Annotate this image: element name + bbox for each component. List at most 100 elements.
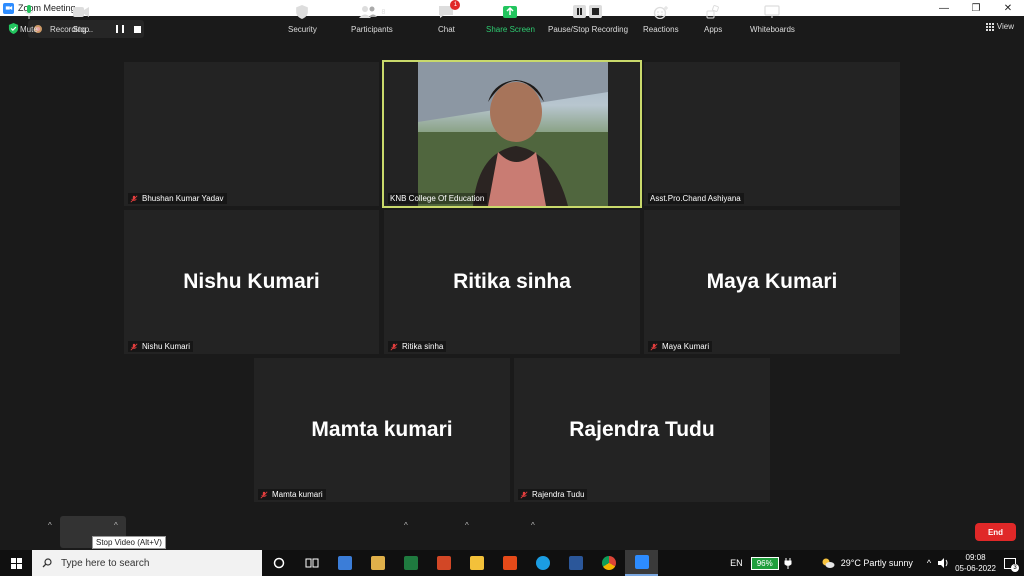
participant-tile[interactable]: Nishu Kumari Nishu Kumari	[124, 210, 379, 354]
stop-video-tooltip: Stop Video (Alt+V)	[92, 536, 166, 549]
mute-button[interactable]: Mute	[20, 3, 38, 34]
taskbar-app-word[interactable]	[559, 550, 592, 576]
taskbar-app-powerpoint[interactable]	[427, 550, 460, 576]
participant-display-name: Mamta kumari	[311, 418, 453, 441]
apps-icon	[706, 5, 720, 19]
notification-count: 3	[1011, 563, 1019, 572]
share-screen-button[interactable]: Share Screen	[486, 3, 535, 34]
view-button[interactable]: View	[985, 22, 1014, 31]
clock-time: 09:08	[965, 553, 986, 562]
video-camera-icon	[73, 7, 89, 17]
participants-icon	[359, 6, 378, 18]
minimize-button[interactable]: —	[928, 0, 960, 16]
participant-name-label: Ritika sinha	[388, 341, 447, 352]
word-icon	[568, 556, 583, 570]
participant-tile[interactable]: Mamta kumari Mamta kumari	[254, 358, 510, 502]
restore-button[interactable]: ❐	[960, 0, 992, 16]
participant-tile[interactable]: Maya Kumari Maya Kumari	[644, 210, 900, 354]
participant-name-label: Asst.Pro.Chand Ashiyana	[648, 193, 744, 204]
muted-mic-icon	[390, 343, 398, 350]
security-shield-icon[interactable]	[8, 23, 19, 34]
task-view-icon	[305, 558, 318, 568]
edge-icon	[535, 556, 550, 570]
participants-options-chevron-icon[interactable]: ^	[404, 521, 408, 530]
system-tray: EN 96% 29°C Partly sunny ^ 09:08 05-06-2…	[730, 550, 1024, 576]
muted-mic-icon	[650, 343, 658, 350]
participant-display-name: Ritika sinha	[453, 270, 571, 293]
taskbar-search-box[interactable]: Type here to search	[32, 550, 262, 576]
cortana-button[interactable]	[262, 550, 295, 576]
muted-mic-icon	[130, 343, 138, 350]
volume-icon[interactable]	[937, 558, 949, 568]
battery-indicator[interactable]: 96%	[750, 556, 779, 570]
task-view-button[interactable]	[295, 550, 328, 576]
excel-icon	[403, 556, 418, 570]
apps-button[interactable]: Apps	[704, 3, 722, 34]
participant-name-label: Nishu Kumari	[128, 341, 194, 352]
search-placeholder: Type here to search	[61, 557, 150, 569]
video-options-chevron-icon[interactable]: ^	[114, 521, 118, 530]
pause-stop-recording-button[interactable]: Pause/Stop Recording	[548, 3, 628, 34]
start-button[interactable]	[0, 550, 32, 576]
notification-center-icon[interactable]: 3	[1004, 557, 1019, 572]
security-button[interactable]: Security	[288, 3, 317, 34]
pause-stop-icon	[573, 5, 603, 18]
taskbar-app-excel[interactable]	[394, 550, 427, 576]
participant-display-name: Nishu Kumari	[183, 270, 320, 293]
participants-count: 8	[381, 8, 386, 16]
weather-partly-sunny-icon	[822, 558, 835, 568]
participant-display-name: Maya Kumari	[706, 270, 838, 293]
weather-text[interactable]: 29°C Partly sunny	[841, 558, 913, 568]
participants-button[interactable]: 8 Participants	[351, 3, 393, 34]
chat-options-chevron-icon[interactable]: ^	[465, 521, 469, 530]
stop-video-button[interactable]: Stop	[72, 3, 90, 34]
participant-tile[interactable]: Ritika sinha Ritika sinha	[384, 210, 640, 354]
close-button[interactable]: ✕	[992, 0, 1024, 16]
taskbar-app-control-panel[interactable]	[328, 550, 361, 576]
reactions-button[interactable]: Reactions	[643, 3, 679, 34]
participant-tile-active-speaker[interactable]: KNB College Of Education	[382, 60, 642, 208]
taskbar-app-office[interactable]	[493, 550, 526, 576]
chrome-icon	[601, 556, 616, 570]
search-icon	[42, 558, 52, 568]
clock-date: 05-06-2022	[955, 564, 996, 573]
microphone-icon	[24, 5, 34, 19]
chat-button[interactable]: 1 Chat	[438, 0, 461, 34]
participant-name-label: KNB College Of Education	[388, 193, 488, 204]
taskbar-app-store[interactable]	[361, 550, 394, 576]
participant-tile[interactable]: Asst.Pro.Chand Ashiyana	[644, 62, 900, 206]
windows-logo-icon	[10, 557, 22, 569]
office-icon	[502, 556, 517, 570]
zoom-app-icon	[3, 2, 14, 14]
taskbar-app-chrome[interactable]	[592, 550, 625, 576]
control-panel-icon	[337, 556, 352, 570]
store-bag-icon	[370, 556, 385, 570]
muted-mic-icon	[520, 491, 528, 498]
system-clock[interactable]: 09:08 05-06-2022	[955, 552, 996, 574]
participant-video	[418, 62, 608, 206]
stop-recording-icon[interactable]	[134, 25, 141, 33]
participant-tile[interactable]: Bhushan Kumar Yadav	[124, 62, 379, 206]
end-meeting-button[interactable]: End	[975, 523, 1016, 541]
whiteboards-button[interactable]: Whiteboards	[750, 3, 795, 34]
taskbar-app-file-explorer[interactable]	[460, 550, 493, 576]
muted-mic-icon	[260, 491, 268, 498]
participant-name-label: Mamta kumari	[258, 489, 326, 500]
taskbar-app-zoom[interactable]	[625, 550, 658, 576]
audio-options-chevron-icon[interactable]: ^	[48, 521, 52, 530]
reactions-smiley-icon	[653, 6, 668, 19]
taskbar-app-edge[interactable]	[526, 550, 559, 576]
folder-icon	[469, 556, 484, 570]
view-label: View	[996, 22, 1014, 31]
participant-name-label: Bhushan Kumar Yadav	[128, 193, 227, 204]
participant-tile[interactable]: Rajendra Tudu Rajendra Tudu	[514, 358, 770, 502]
language-indicator[interactable]: EN	[730, 558, 743, 568]
participant-display-name: Rajendra Tudu	[569, 418, 715, 441]
speaker-video-frame	[418, 62, 608, 206]
share-options-chevron-icon[interactable]: ^	[531, 521, 535, 530]
share-screen-icon	[503, 6, 518, 18]
show-hidden-icons-chevron-icon[interactable]: ^	[927, 558, 931, 568]
pause-recording-icon[interactable]	[116, 25, 124, 33]
participant-name-label: Rajendra Tudu	[518, 489, 588, 500]
shield-icon	[296, 5, 309, 19]
